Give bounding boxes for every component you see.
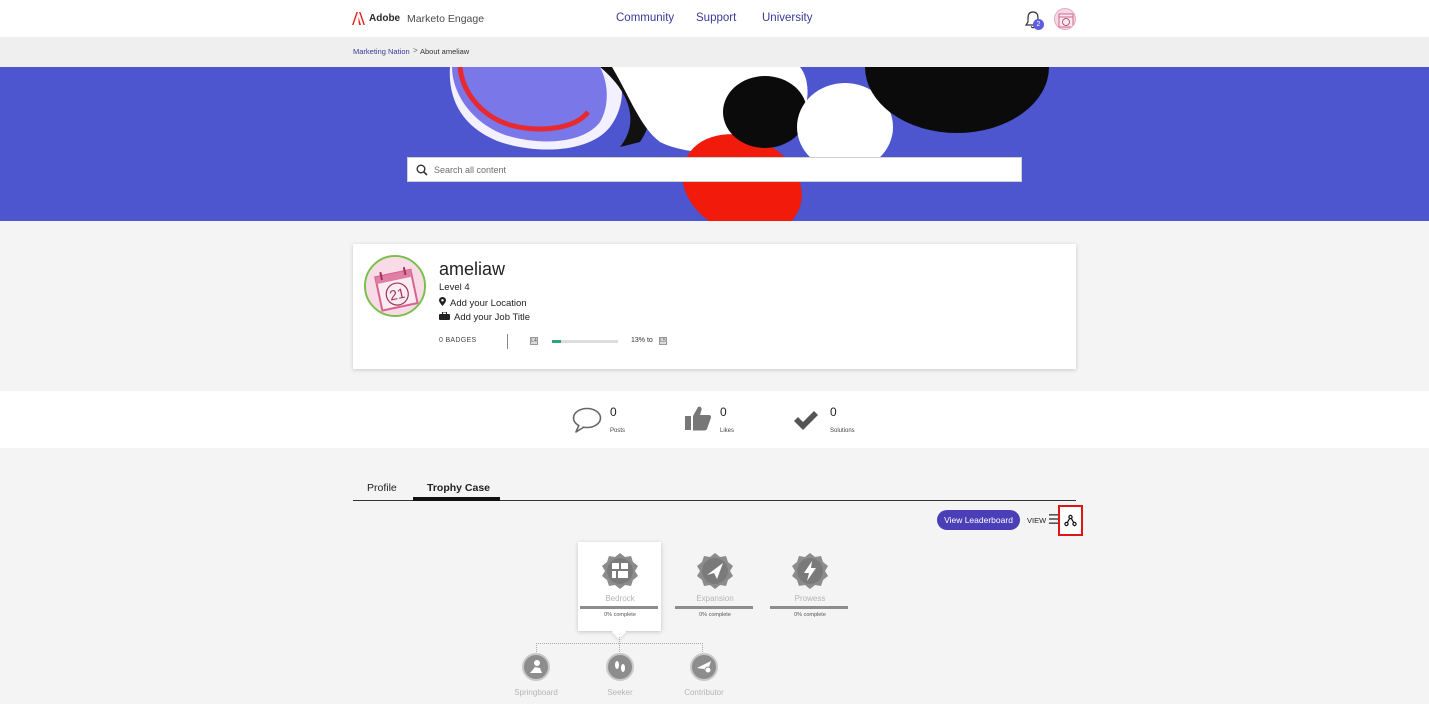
job-title-text: Add your Job Title: [454, 312, 531, 323]
level-progress-text: 13% to: [631, 337, 653, 344]
tab-trophy-case[interactable]: Trophy Case: [427, 482, 490, 494]
next-level-icon: L5: [659, 337, 667, 345]
brand-name[interactable]: Adobe: [369, 13, 400, 24]
trophy-bar-bedrock: [580, 606, 658, 609]
hero-banner: [0, 67, 1429, 221]
trophy-name-prowess: Prowess: [794, 594, 826, 603]
profile-level: Level 4: [439, 282, 470, 293]
footprints-icon[interactable]: [606, 653, 634, 681]
map-pin-icon: [439, 297, 446, 306]
add-location-link[interactable]: Add your Location: [439, 297, 527, 309]
tree-view-icon: [1064, 514, 1077, 527]
nav-community[interactable]: Community: [616, 12, 674, 24]
likes-count: 0: [720, 405, 727, 419]
sub-trophy-name-springboard: Springboard: [514, 688, 558, 697]
checkmark-icon: [794, 411, 818, 430]
profile-card: 21 ameliaw Level 4 Add your Location Add…: [353, 244, 1076, 369]
tree-connector-stem: [619, 637, 620, 654]
notification-badge: 2: [1033, 19, 1044, 30]
trophy-name-expansion: Expansion: [696, 594, 734, 603]
active-tab-indicator: [413, 497, 500, 501]
likes-label: Likes: [720, 428, 735, 434]
contributor-glyph: [697, 661, 712, 674]
posts-label: Posts: [610, 428, 626, 434]
hero-artwork: [449, 67, 1049, 221]
speech-bubble-icon: [572, 407, 602, 433]
trophy-status-bedrock: 0% complete: [604, 612, 636, 618]
sub-trophy-name-contributor: Contributor: [684, 688, 724, 697]
contributor-icon[interactable]: [690, 653, 718, 681]
avatar-calendar-icon: 21: [366, 257, 424, 315]
adobe-logo-icon[interactable]: [352, 12, 365, 25]
avatar-calendar-icon: [1058, 13, 1074, 28]
sub-trophy-name-seeker: Seeker: [607, 688, 633, 697]
breadcrumb-separator: >: [413, 46, 418, 55]
search-input[interactable]: [434, 162, 1004, 178]
nav-university[interactable]: University: [762, 12, 812, 24]
view-label: VIEW: [1027, 516, 1047, 525]
profile-username: ameliaw: [439, 259, 506, 279]
breadcrumb-root[interactable]: Marketing Nation: [353, 47, 410, 56]
solutions-label: Solutions: [830, 428, 855, 434]
profile-avatar: 21: [364, 255, 426, 317]
search-box[interactable]: [407, 157, 1022, 182]
trophy-name-bedrock: Bedrock: [605, 594, 635, 603]
location-text: Add your Location: [450, 298, 527, 309]
tree-view-button[interactable]: [1058, 505, 1083, 536]
paper-plane-icon[interactable]: [697, 553, 733, 589]
springboard-icon[interactable]: [522, 653, 550, 681]
thumbs-up-icon: [685, 406, 711, 431]
current-level-icon: L4: [530, 337, 538, 345]
add-job-title-link[interactable]: Add your Job Title: [439, 311, 531, 323]
product-name[interactable]: Marketo Engage: [407, 13, 484, 25]
footprints-glyph: [615, 661, 625, 672]
trophy-status-expansion: 0% complete: [699, 612, 731, 618]
breadcrumb-current: About ameliaw: [420, 47, 470, 56]
springboard-glyph: [530, 660, 542, 673]
badges-count[interactable]: 0 BADGES: [439, 337, 476, 344]
solutions-count: 0: [830, 405, 837, 419]
bedrock-icon[interactable]: [602, 553, 638, 589]
level-progress-fill: [552, 340, 561, 343]
view-leaderboard-button[interactable]: View Leaderboard: [937, 510, 1020, 530]
trophy-bar-expansion: [675, 606, 753, 609]
stats-bar: 0 Posts 0 Likes 0 Solutions: [0, 391, 1429, 448]
posts-count: 0: [610, 405, 617, 419]
nav-support[interactable]: Support: [696, 12, 736, 24]
breadcrumb: Marketing Nation > About ameliaw: [0, 37, 1429, 67]
tab-profile[interactable]: Profile: [367, 482, 397, 494]
lightning-icon[interactable]: [792, 553, 828, 589]
divider: [507, 334, 508, 349]
user-avatar[interactable]: [1054, 8, 1076, 30]
briefcase-icon: [439, 311, 450, 320]
top-navigation: Adobe Marketo Engage Community Support U…: [0, 0, 1429, 37]
trophy-status-prowess: 0% complete: [794, 612, 826, 618]
level-progress-bar: [552, 340, 618, 343]
trophy-bar-prowess: [770, 606, 848, 609]
search-icon: [416, 164, 428, 176]
